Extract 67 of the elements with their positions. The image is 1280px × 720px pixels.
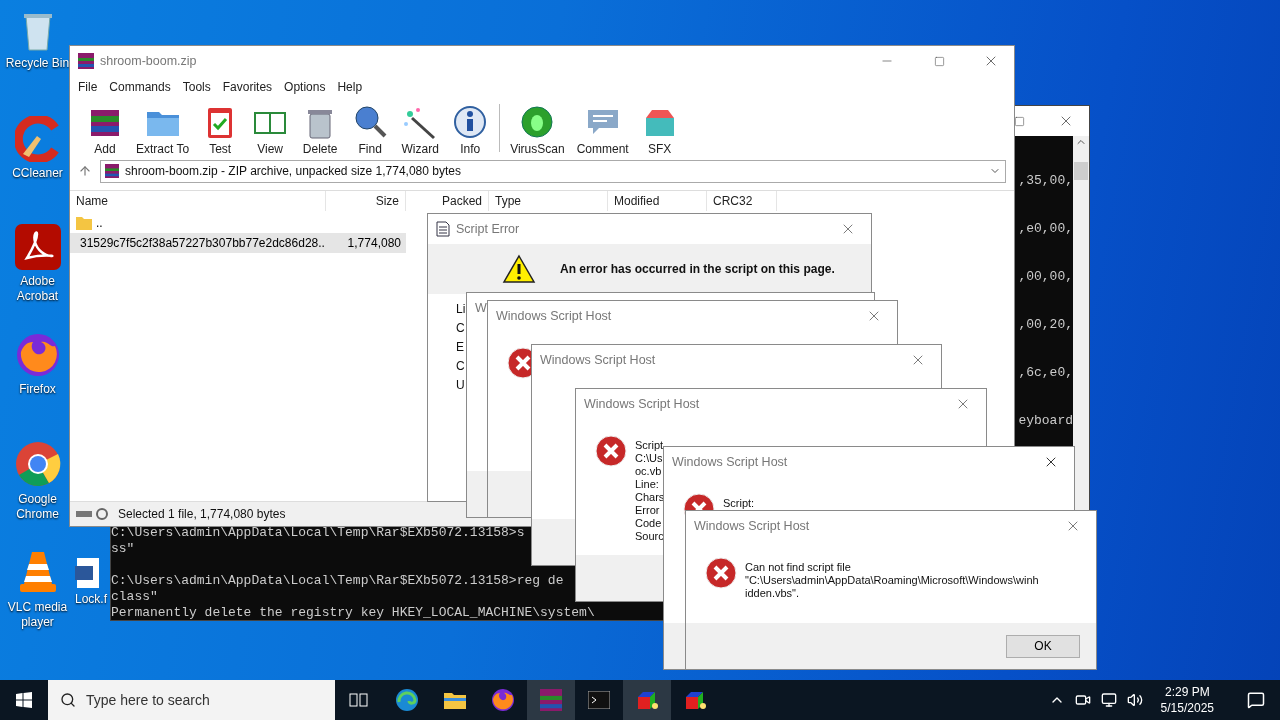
toolbar-button[interactable]: Info [445,104,496,156]
ok-button[interactable]: OK [1006,634,1080,658]
file-name: .. [96,216,103,230]
toolbar-button[interactable]: Add [80,104,130,156]
column-header[interactable]: Type [489,191,608,211]
column-header[interactable]: CRC32 [707,191,777,211]
toolbar-button[interactable]: Comment [570,104,635,156]
console-line: ,e0,00, [1018,221,1073,237]
toolbar-button[interactable]: VirusScan [504,104,571,156]
toolbar-button[interactable]: Test [195,104,246,156]
error-message: Script C:\Us oc.vb Line: Chars Error Code Sourc [635,438,665,543]
window-title: Windows Script Host [584,397,701,411]
error-message: Can not find script file "C:\Users\admin\AppData\Roaming\Microsoft\Windows\winh idden.vbs". [745,560,1039,600]
error-heading: An error has occurred in the script on this page. [560,262,835,276]
field-label: U [456,378,465,392]
console-line: eyboard [1018,413,1073,429]
search-field[interactable]: Type here to search [48,680,335,720]
console-line: ,00,00, [1018,269,1073,285]
error-message: Script: [723,496,755,510]
desktop-icon-label[interactable]: CCleaner [12,166,63,181]
toolbar-button[interactable]: Find [345,104,396,156]
file-size: 1,774,080 [346,236,402,250]
desktop-icon-label[interactable]: Lock.f [75,592,107,607]
status-text: Selected 1 file, 1,774,080 bytes [118,507,286,521]
console-line: C:\Users\admin\AppData\Local\Temp\Rar$EXb5072.13158>s [111,525,525,541]
column-header[interactable]: Name [70,191,326,211]
clock[interactable]: 2:29 PM 5/15/2025 [1152,684,1222,716]
toolbar-button[interactable]: Delete [295,104,346,156]
window-title: Windows Script Host [672,455,789,469]
field-label: C [456,359,465,373]
window-title: Windows Script Host [496,309,613,323]
file-row[interactable]: 31529c7f5c2f38a57227b307bb77e2dc86d28... 1,774,080 [70,233,406,253]
column-header[interactable]: Size [326,191,406,211]
menu-item[interactable]: Help [331,80,369,94]
console-line: ss" [111,541,135,557]
window-title: Windows Script Host [694,519,811,533]
menu-item[interactable]: Commands [103,80,177,94]
toolbar-button[interactable]: Wizard [395,104,446,156]
window-title: Script Error [456,222,521,236]
console-line: ,6c,e0, [1018,365,1073,381]
menu-item[interactable]: Tools [176,80,217,94]
toolbar-button[interactable]: Extract To [130,104,196,156]
desktop-icon-label[interactable]: Recycle Bin [5,56,70,71]
desktop-icon-label[interactable]: Firefox [19,382,56,397]
desktop-icon-label[interactable]: Google Chrome [5,492,70,522]
field-label: Li [456,302,466,316]
console-line: class" [111,589,158,605]
menu-item[interactable]: File [72,80,104,94]
column-header[interactable]: Modified [608,191,707,211]
file-name: 31529c7f5c2f38a57227b307bb77e2dc86d28... [80,236,326,250]
field-label: E [456,340,464,354]
console-line: Permanently delete the registry key HKEY_LOCAL_MACHINE\system\ [111,605,595,620]
file-row[interactable]: .. [70,213,406,233]
address-field[interactable]: shroom-boom.zip - ZIP archive, unpacked size 1,774,080 bytes [100,159,1006,183]
desktop-icon-label[interactable]: Adobe Acrobat [5,274,70,304]
window-title: Windows Script Host [540,353,657,367]
desktop-icon-label[interactable]: VLC media player [5,600,70,630]
field-label: C [456,321,465,335]
column-header[interactable]: Packed [406,191,489,211]
menu-item[interactable]: Options [278,80,332,94]
console-line: C:\Users\admin\AppData\Local\Temp\Rar$EXb5072.13158>reg de [111,573,564,589]
toolbar-button[interactable]: View [245,104,296,156]
menu-item[interactable]: Favorites [216,80,279,94]
window-title: shroom-boom.zip [100,54,198,68]
console-line: ,35,00, [1018,173,1073,189]
toolbar-button[interactable]: SFX [634,104,685,156]
console-line: ,00,20, [1018,317,1073,333]
